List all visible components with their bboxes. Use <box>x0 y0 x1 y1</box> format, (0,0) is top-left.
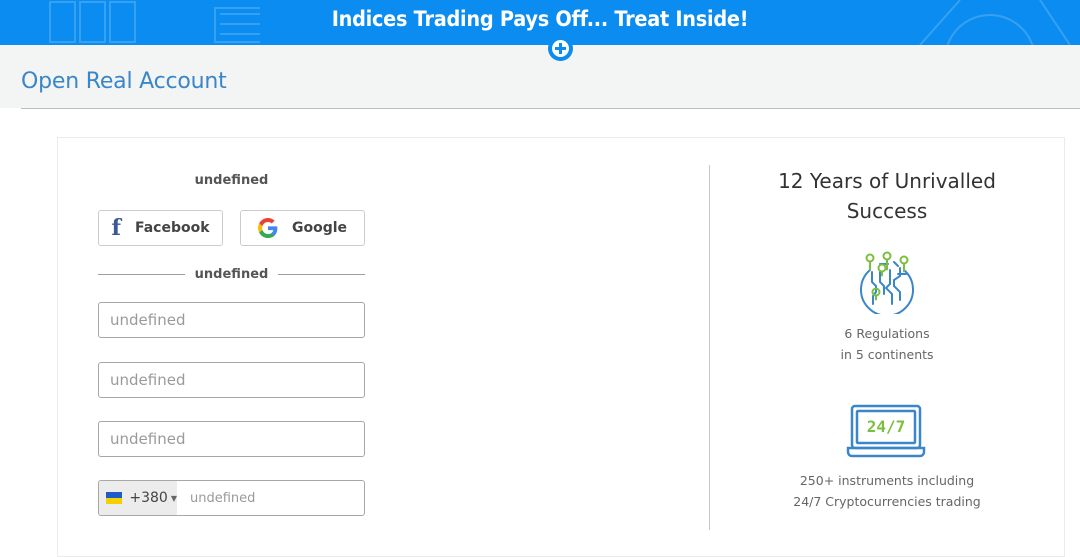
facebook-button-label: Facebook <box>134 220 210 236</box>
promo-banner[interactable]: Indices Trading Pays Off... Treat Inside… <box>0 0 1080 45</box>
expand-banner-button[interactable] <box>548 36 573 61</box>
divider-line-left <box>98 273 185 275</box>
page-title: Open Real Account <box>21 69 227 94</box>
or-divider-text: undefined <box>194 266 269 282</box>
dial-code: +380 <box>129 490 168 506</box>
google-signup-button[interactable]: Google <box>240 210 365 246</box>
plus-circle-icon <box>552 40 569 57</box>
benefit-instruments-line1: 250+ instruments including <box>799 473 975 488</box>
third-field-input[interactable] <box>98 421 365 457</box>
or-divider: undefined <box>98 266 365 282</box>
benefit-regulations-text: 6 Regulations in 5 continents <box>757 323 1017 365</box>
globe-network-icon <box>860 251 914 314</box>
first-field-input[interactable] <box>98 302 365 338</box>
divider-line-right <box>278 273 365 275</box>
facebook-signup-button[interactable]: f Facebook <box>98 210 223 246</box>
benefit-regulations-line1: 6 Regulations <box>844 326 930 341</box>
laptop-24-7-icon: 24/7 <box>846 404 926 458</box>
google-icon <box>257 218 278 238</box>
google-button-label: Google <box>291 220 348 236</box>
phone-field: +380 ▼ <box>98 480 365 516</box>
ukraine-flag-icon <box>106 492 123 504</box>
promo-banner-text[interactable]: Indices Trading Pays Off... Treat Inside… <box>43 7 1037 31</box>
social-signup-title: undefined <box>194 173 269 188</box>
second-field-input[interactable] <box>98 362 365 398</box>
column-divider <box>709 165 710 530</box>
header-divider <box>21 108 1080 109</box>
laptop-icon-text: 24/7 <box>867 417 906 436</box>
country-code-select[interactable]: +380 ▼ <box>99 481 177 515</box>
benefit-regulations-line2: in 5 continents <box>840 347 934 362</box>
page-header: Open Real Account <box>0 45 1080 108</box>
benefit-instruments-text: 250+ instruments including 24/7 Cryptocu… <box>757 470 1017 512</box>
facebook-icon: f <box>111 215 121 241</box>
phone-number-input[interactable] <box>177 481 364 515</box>
benefits-title: 12 Years of Unrivalled Success <box>778 169 996 223</box>
benefit-instruments-line2: 24/7 Cryptocurrencies trading <box>793 494 981 509</box>
